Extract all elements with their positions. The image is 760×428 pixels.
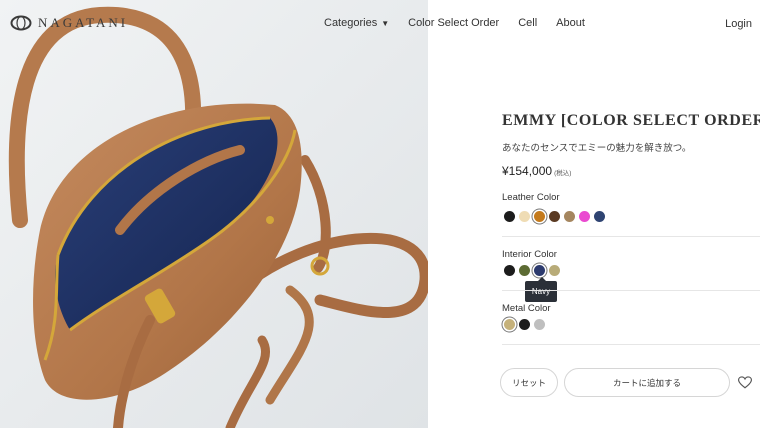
product-image: [0, 0, 428, 428]
swatch-tooltip: Navy: [525, 277, 557, 302]
divider: [502, 290, 760, 291]
handbag-illustration: [0, 0, 428, 428]
color-swatch[interactable]: [549, 211, 560, 222]
color-swatch[interactable]: [519, 265, 530, 276]
color-swatch[interactable]: [579, 211, 590, 222]
color-swatch[interactable]: [564, 211, 575, 222]
product-tagline: あなたのセンスでエミーの魅力を解き放つ。: [502, 143, 692, 154]
metal-color-swatches: [504, 319, 549, 330]
heart-icon[interactable]: [738, 376, 752, 389]
product-detail: EMMY [COLOR SELECT ORDER] あなたのセンスでエミーの魅力…: [500, 0, 760, 428]
nav-item-categories[interactable]: Categories ▼: [324, 17, 389, 29]
nav-label: Categories: [324, 17, 378, 29]
nav-item-color-select-order[interactable]: Color Select Order: [408, 17, 499, 29]
color-swatch[interactable]: [594, 211, 605, 222]
leather-color-label: Leather Color: [502, 192, 560, 203]
divider: [502, 344, 760, 345]
color-swatch[interactable]: [534, 211, 545, 222]
logo-mark-icon: [10, 15, 32, 31]
color-swatch[interactable]: [534, 265, 545, 276]
product-price: ¥154,000 (税込): [502, 164, 571, 178]
color-swatch[interactable]: [504, 211, 515, 222]
logo-text: NAGATANI: [38, 15, 129, 30]
product-title: EMMY [COLOR SELECT ORDER]: [502, 112, 760, 129]
brand-logo[interactable]: NAGATANI: [10, 15, 128, 31]
interior-color-label: Interior Color: [502, 249, 557, 260]
price-tax-note: (税込): [554, 170, 572, 177]
reset-button[interactable]: リセット: [500, 368, 558, 397]
color-swatch[interactable]: [504, 319, 515, 330]
color-swatch[interactable]: [504, 265, 515, 276]
color-swatch[interactable]: [519, 211, 530, 222]
interior-color-swatches: [504, 265, 564, 276]
price-value: ¥154,000: [502, 164, 553, 178]
divider: [502, 236, 760, 237]
add-to-cart-button[interactable]: カートに追加する: [564, 368, 730, 397]
color-swatch[interactable]: [519, 319, 530, 330]
nav-label: Color Select Order: [408, 17, 500, 29]
color-swatch[interactable]: [549, 265, 560, 276]
metal-color-label: Metal Color: [502, 303, 551, 314]
leather-color-swatches: [504, 211, 609, 222]
color-swatch[interactable]: [534, 319, 545, 330]
chevron-down-icon: ▼: [381, 18, 390, 28]
